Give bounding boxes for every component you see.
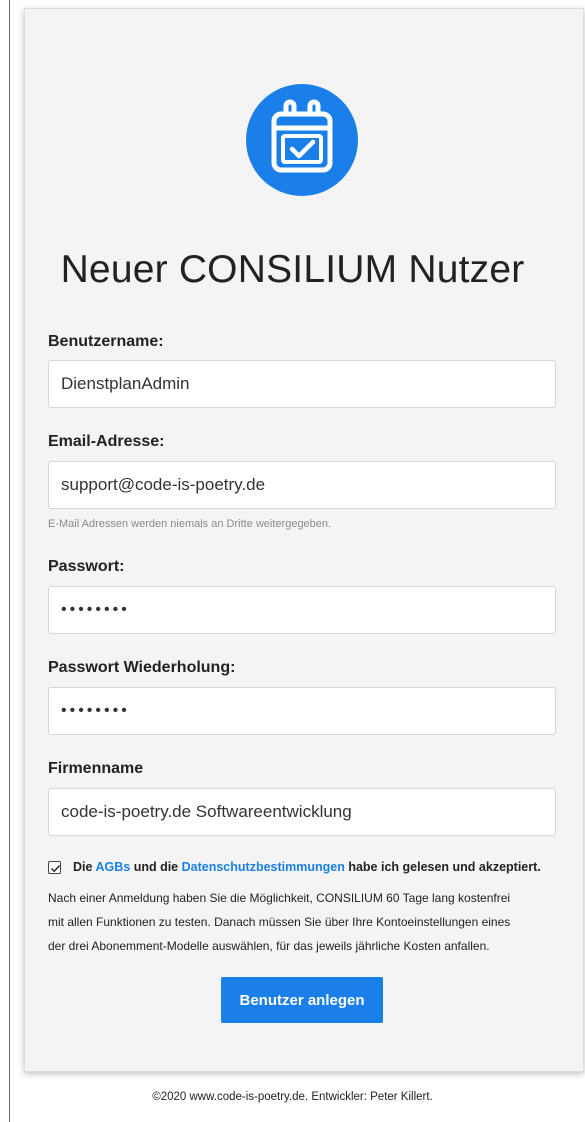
password-repeat-field[interactable]: [48, 687, 556, 735]
agbs-link[interactable]: AGBs: [95, 860, 130, 874]
terms-checkbox[interactable]: [48, 861, 61, 874]
privacy-link[interactable]: Datenschutzbestimmungen: [182, 860, 345, 874]
page-title: Neuer CONSILIUM Nutzer: [60, 248, 525, 291]
password-label: Passwort:: [48, 558, 125, 575]
email-label: Email-Adresse:: [48, 433, 165, 450]
company-label: Firmenname: [48, 760, 144, 777]
trial-note-line-3: der drei Abonemment-Modelle auswählen, f…: [48, 939, 490, 953]
password-field[interactable]: [48, 586, 556, 634]
terms-prefix: Die: [73, 860, 93, 874]
calendar-check-icon: [246, 84, 358, 196]
terms-text: Die AGBs und die Datenschutzbestimmungen…: [73, 860, 541, 874]
password-repeat-label: Passwort Wiederholung:: [48, 659, 236, 676]
terms-suffix: habe ich gelesen und akzeptiert.: [348, 860, 541, 874]
create-user-button[interactable]: Benutzer anlegen: [221, 977, 383, 1023]
check-icon: [51, 865, 61, 873]
trial-note-line-2: mit allen Funktionen zu testen. Danach m…: [48, 915, 511, 929]
username-label: Benutzername:: [48, 333, 164, 350]
footer-copyright: ©2020 www.code-is-poetry.de. Entwickler:…: [152, 1091, 433, 1103]
company-field[interactable]: [48, 788, 556, 836]
trial-note-line-1: Nach einer Anmeldung haben Sie die Mögli…: [48, 891, 511, 905]
email-help-text: E-Mail Adressen werden niemals an Dritte…: [48, 518, 332, 530]
window-edge: [9, 0, 10, 1122]
terms-middle: und die: [133, 860, 179, 874]
username-field[interactable]: [48, 360, 556, 408]
email-field[interactable]: [48, 461, 556, 509]
